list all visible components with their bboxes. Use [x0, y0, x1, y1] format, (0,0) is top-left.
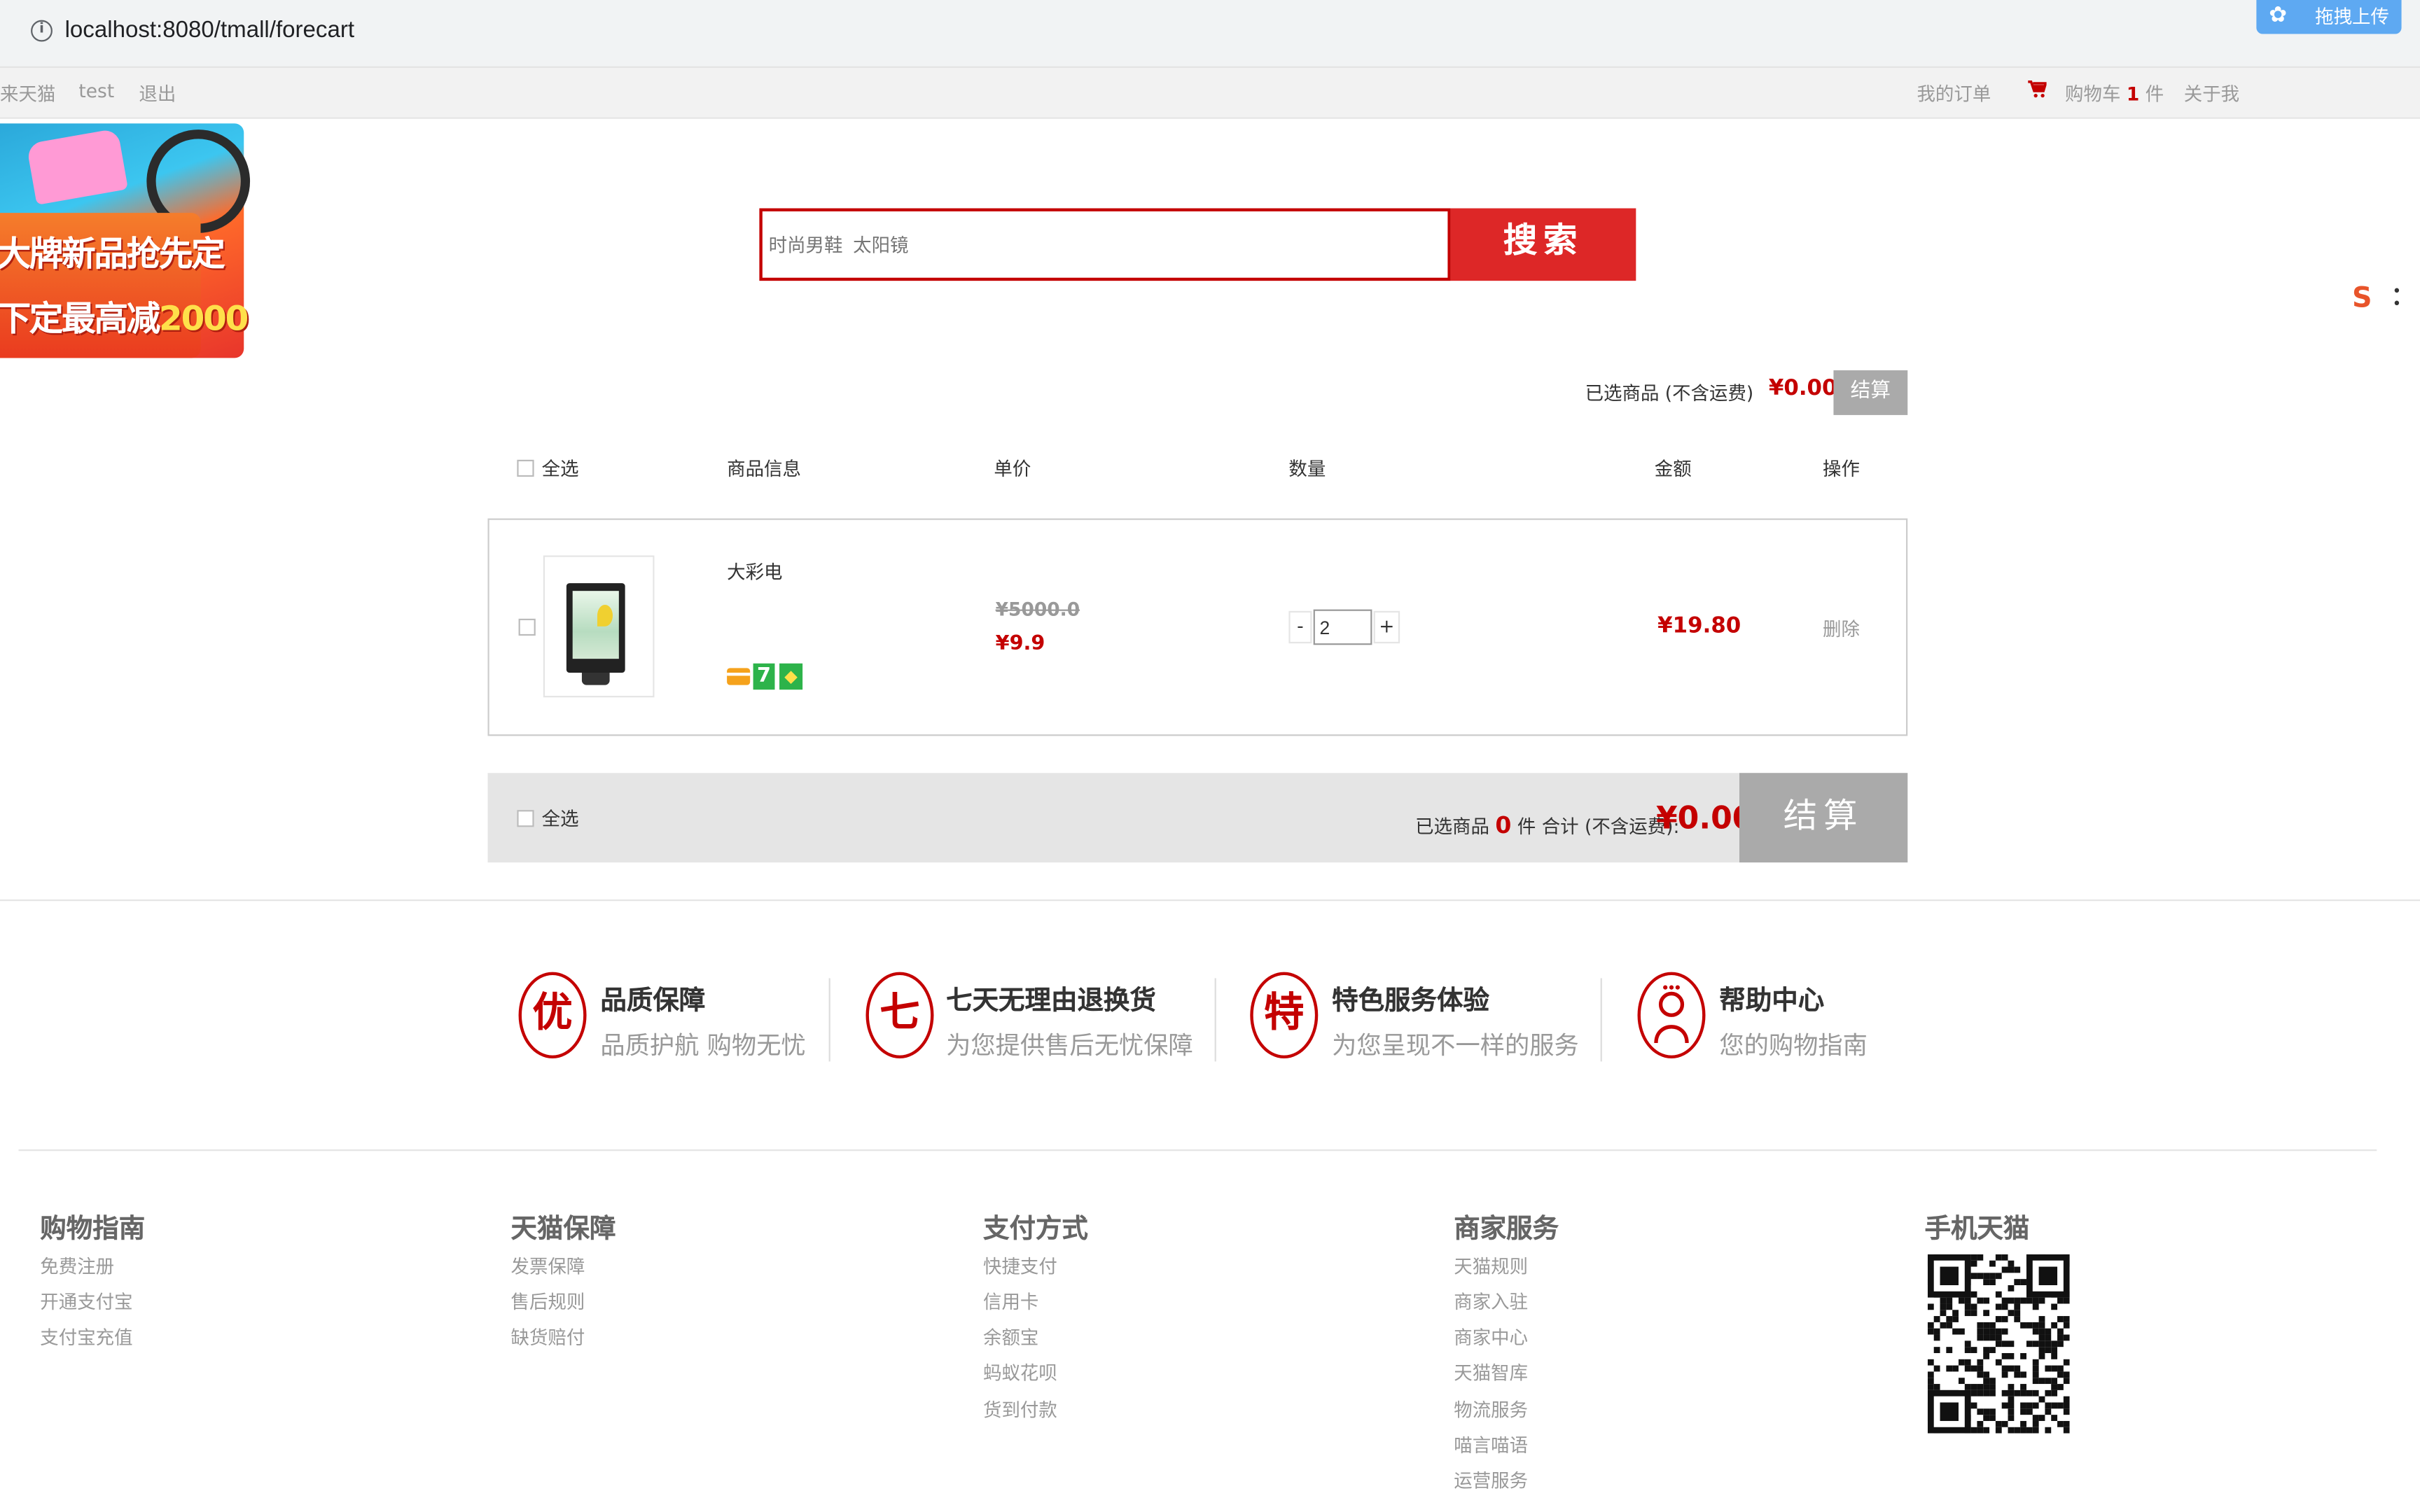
footer-link[interactable]: 天猫规则	[1454, 1253, 1528, 1279]
footer-link[interactable]: 支付宝充值	[40, 1324, 132, 1350]
tv-screen-graphic	[572, 591, 619, 659]
more-dots-icon[interactable]: • •	[2392, 285, 2401, 313]
seven-day-icon: 七	[865, 972, 934, 1058]
footer-link[interactable]: 缺货赔付	[511, 1324, 585, 1350]
selected-count-text: 已选商品 0 件 合计 (不含运费):	[1415, 811, 1679, 839]
footer-link[interactable]: 运营服务	[1454, 1467, 1528, 1493]
footer-link[interactable]: 发票保障	[511, 1253, 585, 1279]
checkout-button-top[interactable]: 结算	[1833, 370, 1908, 415]
select-all-checkbox-header[interactable]	[517, 459, 534, 477]
footer-link[interactable]: 货到付款	[983, 1396, 1057, 1422]
info-icon[interactable]: i	[31, 20, 53, 42]
service-title-quality: 品质保障	[600, 986, 706, 1017]
nav-link-home[interactable]: 来天猫	[0, 80, 55, 106]
original-price: ¥5000.0	[995, 598, 1080, 621]
item-subtotal: ¥19.80	[1657, 614, 1741, 639]
banner-line1: 大牌新品抢先定	[0, 236, 225, 275]
footer-title-mobile: 手机天猫	[1924, 1214, 2030, 1245]
footer-link[interactable]: 天猫智库	[1454, 1359, 1528, 1385]
search-input[interactable]	[768, 231, 1433, 260]
service-title-special: 特色服务体验	[1332, 986, 1489, 1017]
footer-title-payment: 支付方式	[982, 1214, 1088, 1245]
nav-link-cart[interactable]: 购物车 1 件	[2065, 80, 2164, 106]
service-subtitle-quality: 品质护航 购物无忧	[600, 1030, 806, 1060]
service-separator	[828, 978, 830, 1062]
tv-stand-graphic	[581, 672, 610, 685]
tv-screen-flower-graphic	[597, 604, 613, 626]
quantity-decrease-button[interactable]: -	[1288, 610, 1312, 644]
product-name[interactable]: 大彩电	[727, 559, 782, 584]
footer-link[interactable]: 快捷支付	[983, 1253, 1057, 1279]
header-operation: 操作	[1823, 458, 1860, 480]
footer-link[interactable]: 喵言喵语	[1454, 1432, 1528, 1457]
selected-suffix: 件 合计 (不含运费):	[1517, 816, 1680, 838]
banner-line2: 下定最高减2000	[0, 292, 249, 342]
select-all-label-bottom: 全选	[541, 808, 579, 830]
nav-link-orders[interactable]: 我的订单	[1917, 80, 1991, 106]
guarantee-shield-icon: ◆	[779, 663, 803, 690]
item-checkbox[interactable]	[518, 618, 536, 636]
service-title-help: 帮助中心	[1719, 986, 1825, 1017]
footer-title-shopping-guide: 购物指南	[40, 1214, 146, 1245]
sogou-s-icon[interactable]: S	[2352, 282, 2383, 316]
help-person-icon	[1637, 972, 1706, 1058]
quantity-input[interactable]	[1313, 609, 1372, 645]
service-separator	[1600, 978, 1602, 1062]
service-subtitle-returns: 为您提供售后无忧保障	[946, 1030, 1193, 1060]
footer-divider	[18, 1149, 2377, 1152]
top-nav	[0, 67, 2420, 119]
seven-day-return-icon: 7	[753, 663, 775, 690]
service-subtitle-help: 您的购物指南	[1719, 1030, 1868, 1060]
footer-link[interactable]: 商家中心	[1454, 1324, 1528, 1350]
nav-link-logout[interactable]: 退出	[139, 80, 176, 106]
footer-link[interactable]: 售后规则	[511, 1288, 585, 1314]
service-separator	[1214, 978, 1216, 1062]
upload-label: 拖拽上传	[2315, 6, 2389, 28]
banner-line2-text: 下定最高减	[0, 300, 160, 340]
cart-icon[interactable]	[2028, 80, 2050, 102]
footer-link[interactable]: 开通支付宝	[40, 1288, 132, 1314]
select-all-checkbox-bottom[interactable]	[517, 810, 534, 827]
header-unit-price: 单价	[994, 458, 1031, 480]
quantity-increase-button[interactable]: +	[1373, 610, 1400, 644]
quality-icon: 优	[518, 972, 587, 1058]
footer-link[interactable]: 蚂蚁花呗	[983, 1359, 1057, 1385]
banner-line2-number: 2000	[159, 300, 249, 340]
header-quantity: 数量	[1288, 458, 1326, 480]
service-title-returns: 七天无理由退换货	[946, 986, 1156, 1017]
header-product-info: 商品信息	[727, 458, 801, 480]
nav-link-user[interactable]: test	[78, 80, 114, 102]
delete-item-link[interactable]: 删除	[1823, 615, 1860, 641]
promo-price: ¥9.9	[995, 632, 1045, 656]
selected-summary-label: 已选商品 (不含运费)	[1585, 382, 1754, 405]
checkout-button-bottom[interactable]: 结算	[1739, 773, 1908, 863]
browser-address-bar	[0, 0, 2420, 68]
selected-summary-price: ¥0.00	[1768, 376, 1837, 402]
header-amount: 金额	[1654, 458, 1692, 480]
page: i localhost:8080/tmall/forecart ✿ 拖拽上传 来…	[0, 0, 2420, 1512]
section-divider	[0, 899, 2420, 902]
header-select-all: 全选	[541, 458, 579, 480]
footer-link[interactable]: 物流服务	[1454, 1396, 1528, 1422]
cloud-icon: ✿	[2269, 3, 2288, 28]
cart-unit: 件	[2145, 83, 2164, 105]
footer-link[interactable]: 信用卡	[983, 1288, 1038, 1314]
selected-count: 0	[1495, 811, 1512, 840]
footer-link[interactable]: 余额宝	[983, 1324, 1038, 1350]
selected-prefix: 已选商品	[1415, 816, 1489, 838]
service-subtitle-special: 为您呈现不一样的服务	[1332, 1030, 1579, 1060]
footer-link[interactable]: 商家入驻	[1454, 1288, 1528, 1314]
cart-count: 1	[2126, 83, 2140, 105]
footer-title-merchant: 商家服务	[1454, 1214, 1559, 1245]
address-url[interactable]: localhost:8080/tmall/forecart	[65, 17, 355, 43]
qr-code-image	[1927, 1254, 2070, 1434]
nav-link-about[interactable]: 关于我	[2184, 80, 2239, 106]
cart-label: 购物车	[2065, 83, 2121, 105]
footer-link[interactable]: 免费注册	[40, 1253, 114, 1279]
footer-title-guarantee: 天猫保障	[510, 1214, 616, 1245]
credit-card-icon	[727, 668, 751, 685]
special-service-icon: 特	[1250, 972, 1319, 1058]
search-button[interactable]: 搜索	[1450, 208, 1636, 281]
